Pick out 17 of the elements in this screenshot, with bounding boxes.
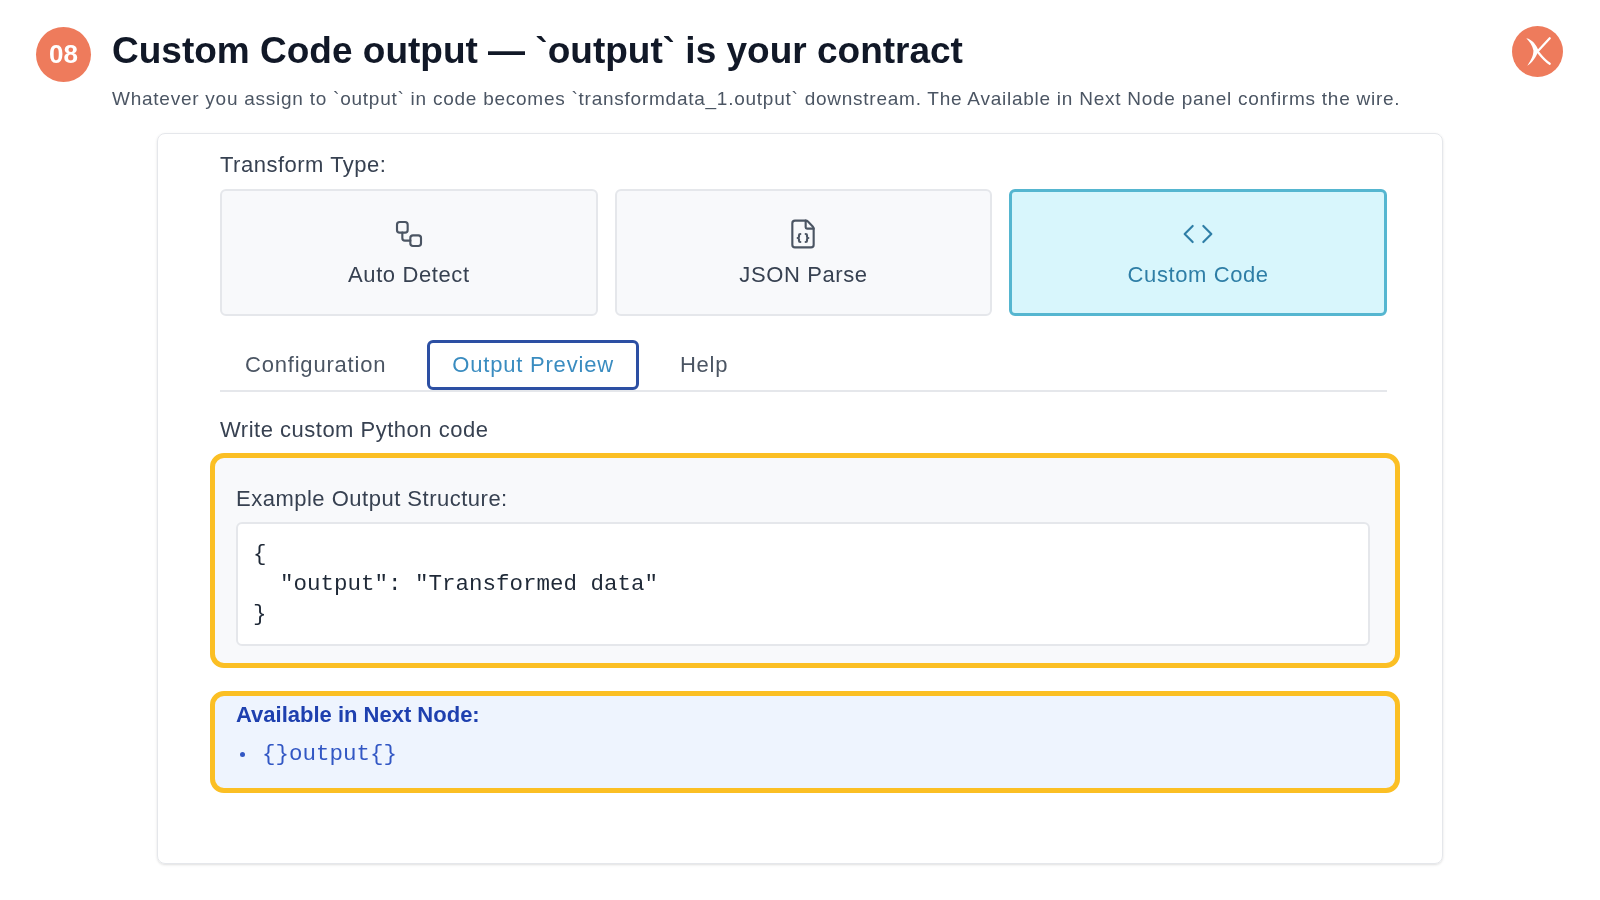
transform-type-option[interactable]: Custom Code bbox=[1009, 189, 1387, 316]
field-label: Transform Type: bbox=[220, 152, 388, 178]
tab[interactable]: Configuration bbox=[220, 340, 412, 390]
page-subtitle: Whatever you assign to `output` in code becomes `transformdata_1.output` downstream. The Available in Next Node panel confirms the wire. bbox=[112, 87, 1402, 111]
page-title: Custom Code output — `output` is your contract bbox=[112, 29, 964, 73]
logo-icon bbox=[1512, 26, 1563, 77]
bullet-icon bbox=[240, 751, 245, 757]
code-snippet: { "output": "Transformed data" } bbox=[253, 540, 660, 629]
variable-name: {}output{} bbox=[262, 740, 398, 769]
transform-type-option[interactable]: JSON Parse bbox=[614, 189, 993, 316]
step-badge: 08 bbox=[36, 27, 91, 82]
tab[interactable]: Output Preview bbox=[427, 340, 639, 390]
tab[interactable]: Help bbox=[654, 340, 754, 390]
panel-heading: Available in Next Node: bbox=[236, 702, 481, 728]
transform-type-option[interactable]: Auto Detect bbox=[220, 189, 598, 316]
panel-label: Example Output Structure: bbox=[236, 486, 509, 512]
section-label: Write custom Python code bbox=[220, 417, 490, 443]
